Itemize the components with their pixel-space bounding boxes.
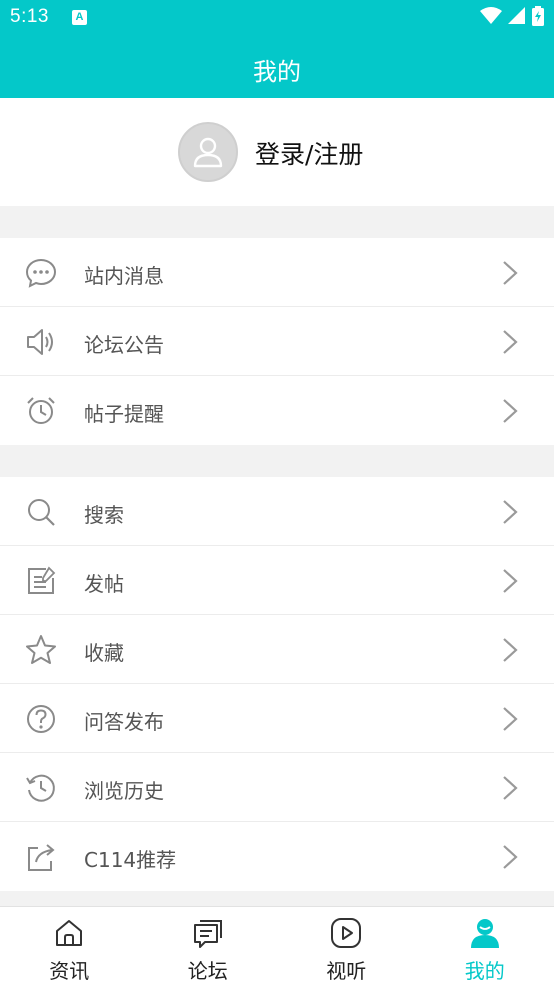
chat-bubble-icon: [25, 258, 57, 288]
home-icon: [56, 920, 83, 946]
status-icons: [480, 6, 544, 26]
menu-item-forum-announcements[interactable]: 论坛公告: [0, 307, 554, 376]
menu-item-c114-recommend[interactable]: C114推荐: [0, 822, 554, 891]
menu-item-site-messages[interactable]: 站内消息: [0, 238, 554, 307]
menu-item-label: 浏览历史: [84, 779, 164, 803]
tab-label: 我的: [464, 959, 505, 983]
status-bar: 5:13 A: [0, 0, 554, 36]
user-avatar-icon: [193, 137, 223, 168]
play-icon: [331, 918, 362, 948]
menu-item-label: 站内消息: [84, 264, 164, 288]
alarm-clock-icon: [27, 397, 55, 424]
chevron-right-icon: [503, 399, 518, 423]
chevron-right-icon: [503, 776, 518, 800]
history-icon: [26, 774, 55, 802]
chevron-right-icon: [503, 707, 518, 731]
question-icon: [27, 705, 55, 733]
menu-item-label: 收藏: [84, 641, 124, 665]
menu-item-search[interactable]: 搜索: [0, 477, 554, 546]
user-icon: [470, 919, 499, 948]
tab-media[interactable]: 视听: [277, 907, 416, 984]
menu-group-messages: 站内消息 论坛公告 帖子提醒: [0, 238, 554, 445]
menu-group-actions: 搜索 发帖 收藏 问答发布 浏览历史 C114推荐: [0, 477, 554, 891]
edit-post-icon: [28, 566, 56, 594]
chevron-right-icon: [503, 500, 518, 524]
menu-item-browsing-history[interactable]: 浏览历史: [0, 753, 554, 822]
menu-item-favorites[interactable]: 收藏: [0, 615, 554, 684]
menu-item-label: C114推荐: [84, 848, 177, 872]
tab-forum[interactable]: 论坛: [139, 907, 278, 984]
page-title: 我的: [253, 58, 301, 86]
search-icon: [28, 499, 55, 526]
notification-a-icon: A: [72, 10, 87, 25]
avatar[interactable]: [178, 122, 238, 182]
menu-item-label: 发帖: [84, 572, 124, 596]
forum-icon: [193, 920, 222, 948]
title-bar: 我的: [0, 36, 554, 98]
chevron-right-icon: [503, 569, 518, 593]
chevron-right-icon: [503, 330, 518, 354]
menu-item-label: 问答发布: [84, 710, 164, 734]
menu-item-label: 搜索: [84, 503, 124, 527]
login-register-link[interactable]: 登录/注册: [255, 135, 363, 171]
wifi-icon: [480, 7, 502, 24]
menu-item-qa-publish[interactable]: 问答发布: [0, 684, 554, 753]
tab-news[interactable]: 资讯: [0, 907, 139, 984]
tab-mine[interactable]: 我的: [416, 907, 554, 984]
chevron-right-icon: [503, 845, 518, 869]
speaker-icon: [27, 329, 53, 355]
bottom-tab-bar: 资讯 论坛 视听 我的: [0, 906, 554, 984]
star-icon: [26, 635, 56, 664]
profile-section[interactable]: 登录/注册: [0, 98, 554, 206]
menu-item-label: 帖子提醒: [84, 402, 164, 426]
signal-icon: [508, 7, 525, 24]
chevron-right-icon: [503, 261, 518, 285]
chevron-right-icon: [503, 638, 518, 662]
battery-icon: [532, 6, 544, 26]
menu-item-label: 论坛公告: [84, 333, 164, 357]
share-icon: [28, 844, 55, 871]
menu-item-new-post[interactable]: 发帖: [0, 546, 554, 615]
tab-label: 论坛: [187, 959, 228, 983]
tab-label: 视听: [326, 959, 367, 983]
status-time: 5:13: [10, 6, 49, 27]
tab-label: 资讯: [49, 959, 90, 983]
menu-item-post-reminders[interactable]: 帖子提醒: [0, 376, 554, 445]
